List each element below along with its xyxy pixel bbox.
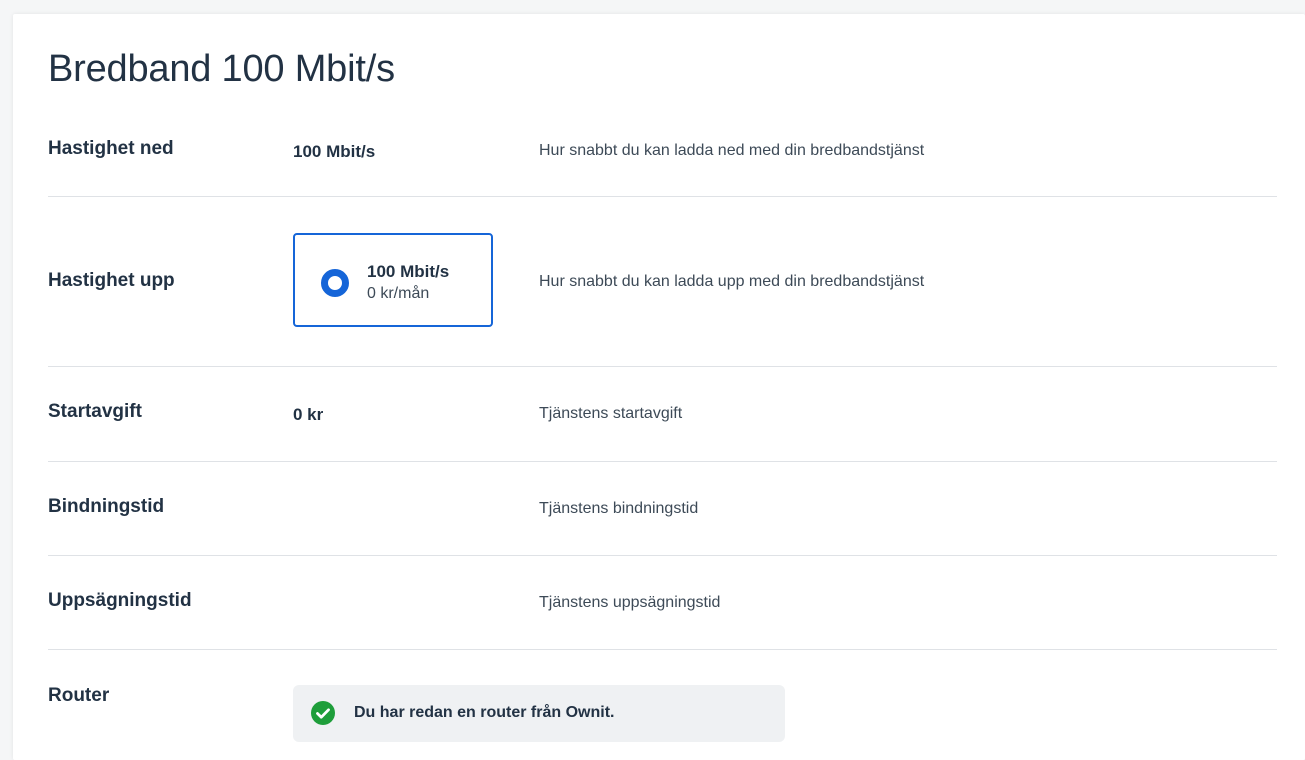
page-title: Bredband 100 Mbit/s: [48, 48, 395, 90]
row-description: Hur snabbt du kan ladda upp med din bred…: [539, 273, 925, 290]
option-speed: 100 Mbit/s: [367, 262, 450, 281]
product-card: Bredband 100 Mbit/s Hastighet ned 100 Mb…: [13, 14, 1305, 760]
radio-selected-icon[interactable]: [321, 269, 349, 297]
row-router: Router Du har redan en router från Ownit…: [48, 650, 1277, 760]
row-description: Tjänstens bindningstid: [539, 500, 699, 517]
option-price: 0 kr/mån: [367, 285, 430, 302]
row-label: Uppsägningstid: [48, 590, 192, 611]
row-label: Hastighet ned: [48, 138, 174, 159]
router-notice-text: Du har redan en router från Ownit.: [354, 704, 615, 721]
row-label: Startavgift: [48, 401, 142, 422]
row-notice-period: Uppsägningstid Tjänstens uppsägningstid: [48, 556, 1277, 650]
row-label: Hastighet upp: [48, 270, 175, 291]
row-description: Tjänstens uppsägningstid: [539, 594, 721, 611]
row-label: Bindningstid: [48, 496, 165, 517]
check-circle-icon: [311, 701, 335, 725]
row-binding-period: Bindningstid Tjänstens bindningstid: [48, 462, 1277, 556]
row-description: Tjänstens startavgift: [539, 405, 683, 422]
row-upload-speed: Hastighet upp 100 Mbit/s 0 kr/mån Hur sn…: [48, 197, 1277, 367]
router-notice: Du har redan en router från Ownit.: [293, 685, 785, 742]
row-value: 100 Mbit/s: [293, 142, 376, 161]
row-label: Router: [48, 685, 110, 706]
upload-speed-option[interactable]: 100 Mbit/s 0 kr/mån: [293, 233, 493, 327]
row-description: Hur snabbt du kan ladda ned med din bred…: [539, 142, 925, 159]
row-start-fee: Startavgift 0 kr Tjänstens startavgift: [48, 367, 1277, 462]
row-download-speed: Hastighet ned 100 Mbit/s Hur snabbt du k…: [48, 118, 1277, 197]
row-value: 0 kr: [293, 405, 324, 424]
